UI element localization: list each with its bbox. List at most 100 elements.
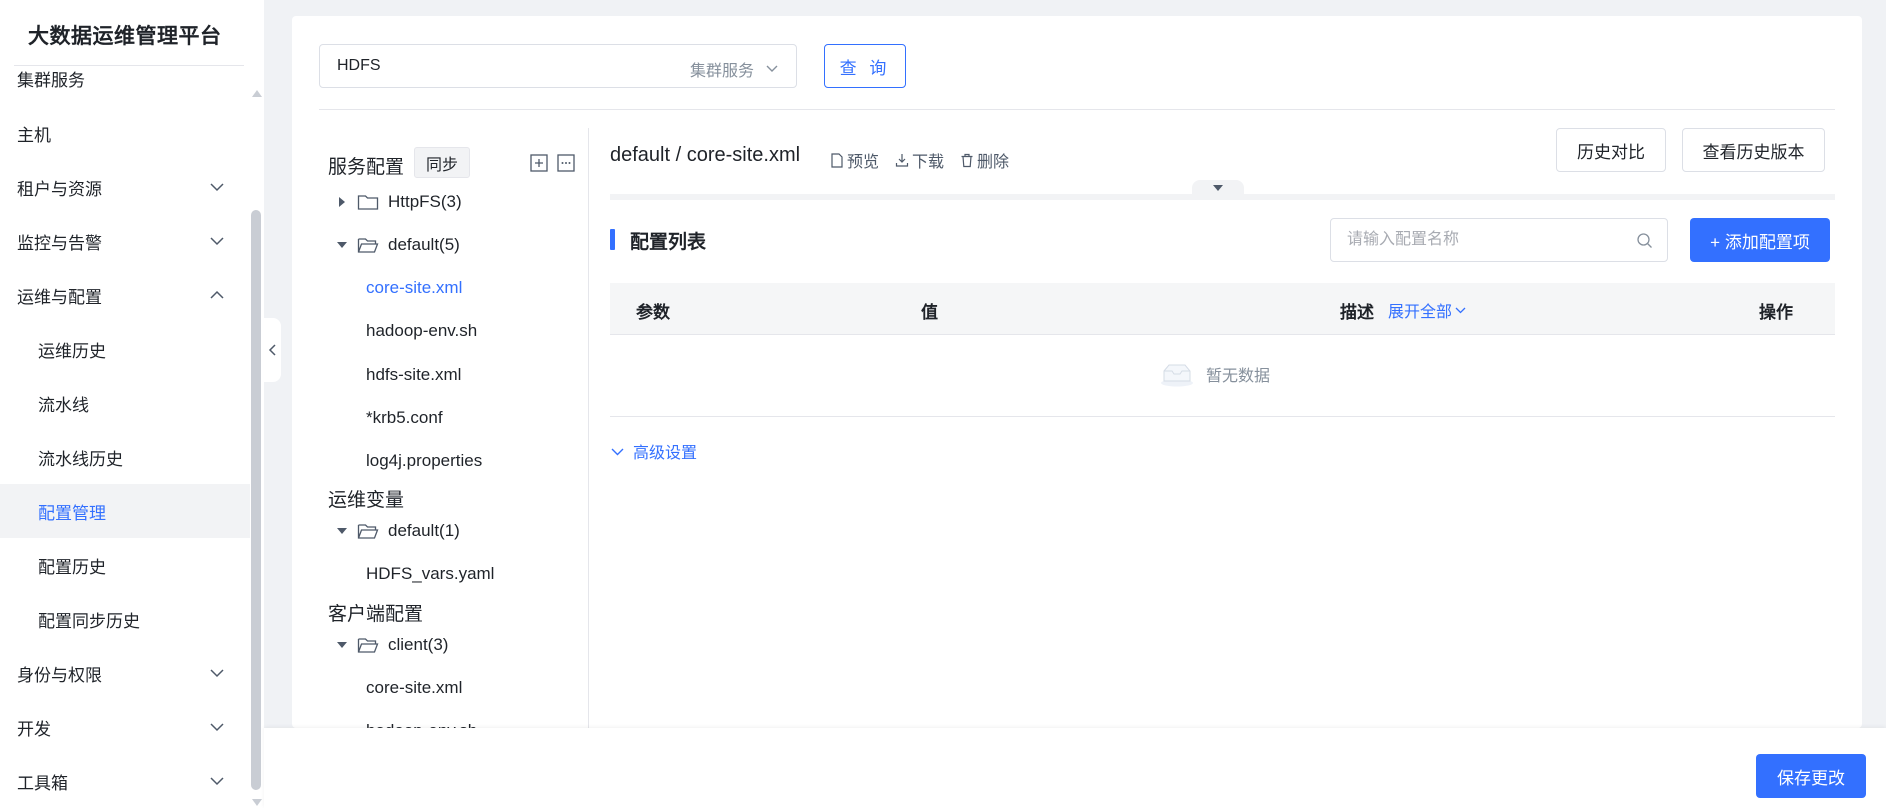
sidebar-item-ops-history[interactable]: 运维历史 — [0, 322, 250, 376]
sidebar-item-label: 工具箱 — [17, 773, 68, 793]
download-button[interactable]: 下载 — [895, 148, 944, 172]
chevron-down-icon — [210, 237, 224, 246]
add-square-icon[interactable] — [529, 153, 549, 173]
config-tree: 服务配置 同步 HttpFS(3) default(5) core-site.x… — [319, 128, 589, 728]
config-table-header: 参数 值 描述 展开全部 操作 — [610, 283, 1835, 335]
caret-right-icon — [339, 197, 345, 207]
sidebar-item-label: 运维历史 — [38, 341, 106, 361]
sidebar-item-config-management[interactable]: 配置管理 — [0, 484, 250, 538]
sidebar-item-label: 流水线历史 — [38, 449, 123, 469]
service-select[interactable]: HDFS 集群服务 — [319, 44, 797, 88]
sidebar-item-config-sync-history[interactable]: 配置同步历史 — [0, 592, 250, 646]
download-icon — [895, 153, 909, 167]
sidebar-item-label: 流水线 — [38, 395, 89, 415]
divider — [319, 109, 1835, 110]
tree-file-hdfs-vars[interactable]: HDFS_vars.yaml — [366, 559, 494, 589]
chevron-down-icon — [210, 669, 224, 678]
sidebar-item-hosts[interactable]: 主机 — [0, 106, 250, 160]
advanced-settings-label: 高级设置 — [633, 445, 698, 462]
file-path-title: default / core-site.xml — [610, 144, 801, 166]
chevron-down-icon — [611, 448, 624, 455]
chevron-down-icon — [766, 65, 778, 72]
trash-icon — [961, 153, 973, 167]
chevron-down-icon — [210, 183, 224, 192]
main-card: HDFS 集群服务 查 询 服务配置 同步 HttpFS(3) default(… — [292, 16, 1862, 728]
tree-folder-ops-default[interactable]: default(1) — [335, 516, 460, 546]
sidebar-menu: 集群服务 主机 租户与资源 监控与告警 运维与配置 运维历史 流水线 流水线历史… — [0, 66, 250, 808]
expand-all-toggle[interactable]: 展开全部 — [1388, 298, 1467, 322]
search-icon[interactable] — [1636, 232, 1653, 249]
bottom-action-bar: 保存更改 — [264, 728, 1886, 808]
caret-down-icon — [337, 642, 347, 648]
tree-file-client-core-site[interactable]: core-site.xml — [366, 673, 462, 703]
preview-button[interactable]: 预览 — [830, 148, 879, 172]
table-empty-row: 暂无数据 — [610, 335, 1835, 417]
sidebar-item-label: 集群服务 — [17, 70, 85, 90]
scroll-up-arrow-icon[interactable] — [252, 90, 262, 97]
sidebar-item-monitoring-alerts[interactable]: 监控与告警 — [0, 214, 250, 268]
caret-down-icon — [337, 528, 347, 534]
sidebar-item-pipeline-history[interactable]: 流水线历史 — [0, 430, 250, 484]
tree-file-client-hadoop-env[interactable]: hadoop-env.sh — [366, 716, 477, 728]
tree-folder-label: default(5) — [388, 235, 460, 254]
chevron-down-icon — [210, 723, 224, 732]
tree-file-krb5[interactable]: *krb5.conf — [366, 403, 443, 433]
section-title-marker — [610, 229, 615, 250]
config-search[interactable] — [1330, 218, 1668, 262]
chevron-left-icon — [268, 344, 276, 356]
more-square-icon[interactable] — [556, 153, 576, 173]
folder-open-icon — [357, 638, 379, 653]
config-content: default / core-site.xml 预览 下载 删除 历史对比 查看… — [610, 128, 1835, 728]
delete-label: 删除 — [977, 154, 1010, 171]
tree-folder-client[interactable]: client(3) — [335, 630, 448, 660]
service-select-value: HDFS — [337, 57, 381, 74]
tree-folder-default[interactable]: default(5) — [335, 230, 460, 260]
tree-folder-httpfs[interactable]: HttpFS(3) — [335, 187, 462, 217]
app-title: 大数据运维管理平台 — [28, 25, 222, 48]
history-compare-button[interactable]: 历史对比 — [1556, 128, 1666, 172]
query-button[interactable]: 查 询 — [824, 44, 906, 88]
sidebar-collapse-handle[interactable] — [264, 318, 281, 382]
sidebar-item-label: 配置历史 — [38, 557, 106, 577]
preview-label: 预览 — [847, 154, 880, 171]
scroll-down-arrow-icon[interactable] — [252, 799, 262, 806]
sync-button[interactable]: 同步 — [414, 147, 470, 178]
advanced-settings-toggle[interactable]: 高级设置 — [610, 439, 697, 463]
sidebar-item-label: 开发 — [17, 719, 51, 739]
sidebar-item-config-history[interactable]: 配置历史 — [0, 538, 250, 592]
tree-section-service-config: 服务配置 — [328, 157, 405, 178]
config-search-input[interactable] — [1347, 219, 1627, 261]
sidebar-item-pipeline[interactable]: 流水线 — [0, 376, 250, 430]
caret-down-icon — [1213, 185, 1223, 191]
delete-button[interactable]: 删除 — [960, 148, 1009, 172]
sidebar-item-ops-config[interactable]: 运维与配置 — [0, 268, 250, 322]
sidebar-item-label: 配置同步历史 — [38, 611, 140, 631]
sidebar-item-identity-permissions[interactable]: 身份与权限 — [0, 646, 250, 700]
sidebar-item-development[interactable]: 开发 — [0, 700, 250, 754]
folder-icon — [357, 195, 379, 210]
sidebar: 大数据运维管理平台 集群服务 主机 租户与资源 监控与告警 运维与配置 运维历史… — [0, 0, 264, 808]
download-label: 下载 — [912, 154, 945, 171]
sidebar-scrollbar-thumb[interactable] — [251, 210, 261, 790]
view-history-button[interactable]: 查看历史版本 — [1682, 128, 1825, 172]
sidebar-item-cluster-service[interactable]: 集群服务 — [0, 66, 250, 105]
file-icon — [831, 152, 843, 168]
sidebar-item-label: 监控与告警 — [17, 233, 102, 253]
header-collapse-toggle[interactable] — [1192, 180, 1244, 196]
tree-file-core-site[interactable]: core-site.xml — [366, 273, 462, 303]
empty-state: 暂无数据 — [1160, 361, 1270, 387]
sidebar-item-label: 主机 — [17, 125, 51, 145]
sidebar-item-toolbox[interactable]: 工具箱 — [0, 754, 250, 808]
tree-section-ops-vars: 运维变量 — [328, 490, 405, 511]
sidebar-item-tenant-resources[interactable]: 租户与资源 — [0, 160, 250, 214]
column-header-value: 值 — [921, 303, 938, 322]
tree-folder-label: HttpFS(3) — [388, 192, 462, 211]
tree-file-hdfs-site[interactable]: hdfs-site.xml — [366, 360, 461, 390]
caret-down-icon — [337, 242, 347, 248]
tree-folder-label: default(1) — [388, 521, 460, 540]
file-actions: 预览 下载 删除 — [830, 148, 1009, 172]
add-config-button[interactable]: + 添加配置项 — [1690, 218, 1830, 262]
save-changes-button[interactable]: 保存更改 — [1756, 754, 1866, 798]
tree-file-hadoop-env[interactable]: hadoop-env.sh — [366, 316, 477, 346]
tree-file-log4j[interactable]: log4j.properties — [366, 446, 482, 476]
